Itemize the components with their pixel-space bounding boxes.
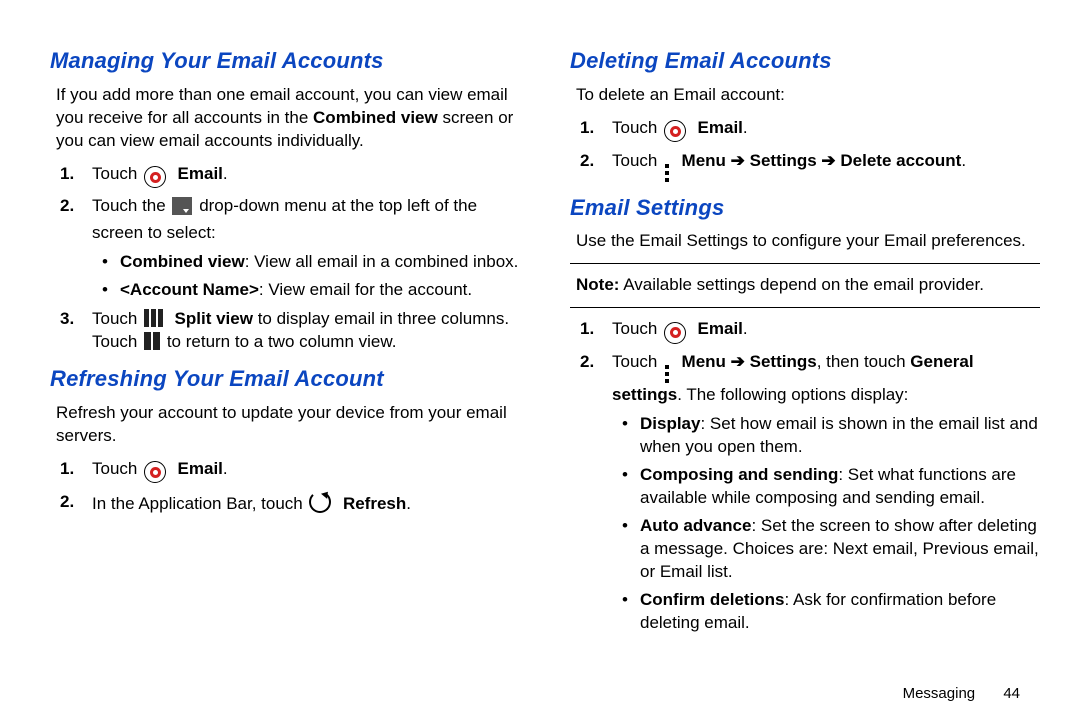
text: : Set how email is shown in the email li… [640, 414, 1038, 456]
step-2: Touch the drop-down menu at the top left… [82, 195, 520, 302]
step-3: Touch Split view to display email in thr… [82, 308, 520, 354]
heading-managing: Managing Your Email Accounts [50, 46, 520, 76]
email-icon [144, 166, 166, 189]
text-bold: Note: [576, 275, 619, 294]
page-number: 44 [1003, 685, 1020, 702]
text-bold: Split view [175, 309, 253, 328]
step-2: In the Application Bar, touch Refresh. [82, 491, 520, 520]
heading-email-settings: Email Settings [570, 193, 1040, 223]
text: In the Application Bar, touch [92, 494, 307, 513]
step-2: Touch Menu ➔ Settings, then touch Genera… [602, 351, 1040, 634]
text: Available settings depend on the email p… [619, 275, 984, 294]
email-icon [664, 322, 686, 345]
text-bold: Refresh [343, 494, 406, 513]
text-bold: Composing and sending [640, 465, 838, 484]
text: Touch the [92, 196, 170, 215]
settings-options: Display: Set how email is shown in the e… [612, 413, 1040, 634]
section-name: Messaging [903, 685, 976, 702]
text: Touch [92, 164, 142, 183]
text-bold: Combined view [313, 108, 438, 127]
text-bold: Email [698, 319, 743, 338]
text: Touch [612, 151, 662, 170]
option-account: <Account Name>: View email for the accou… [110, 279, 520, 302]
refresh-icon [309, 491, 331, 520]
refresh-intro: Refresh your account to update your devi… [50, 402, 520, 448]
text-bold: Email [178, 164, 223, 183]
text: Touch [92, 459, 142, 478]
heading-refreshing: Refreshing Your Email Account [50, 364, 520, 394]
text-bold: Combined view [120, 252, 245, 271]
text-bold: Email [178, 459, 223, 478]
opt-auto-advance: Auto advance: Set the screen to show aft… [630, 515, 1040, 584]
settings-intro: Use the Email Settings to configure your… [570, 230, 1040, 253]
dropdown-icon [172, 197, 192, 222]
divider [570, 263, 1040, 264]
email-icon [144, 461, 166, 484]
option-combined: Combined view: View all email in a combi… [110, 251, 520, 274]
text-bold: Display [640, 414, 700, 433]
text-bold: Confirm deletions [640, 590, 785, 609]
text: . The following options display: [677, 385, 908, 404]
left-column: Managing Your Email Accounts If you add … [50, 40, 520, 660]
step-1: Touch Email. [602, 117, 1040, 144]
refresh-steps: Touch Email. In the Application Bar, tou… [56, 458, 520, 520]
opt-composing: Composing and sending: Set what function… [630, 464, 1040, 510]
delete-steps: Touch Email. Touch Menu ➔ Settings ➔ Del… [576, 117, 1040, 183]
text: Touch [612, 118, 662, 137]
manual-page: Managing Your Email Accounts If you add … [0, 0, 1080, 680]
step-1: Touch Email. [82, 458, 520, 485]
step-1: Touch Email. [82, 163, 520, 190]
opt-display: Display: Set how email is shown in the e… [630, 413, 1040, 459]
email-icon [664, 120, 686, 143]
managing-intro: If you add more than one email account, … [50, 84, 520, 153]
opt-confirm-deletions: Confirm deletions: Ask for confirmation … [630, 589, 1040, 635]
menu-icon [664, 163, 670, 183]
text-bold: Menu ➔ Settings ➔ Delete account [682, 151, 962, 170]
step-2: Touch Menu ➔ Settings ➔ Delete account. [602, 150, 1040, 183]
text: Touch [612, 352, 662, 371]
text: Touch [92, 309, 142, 328]
text: , then touch [817, 352, 911, 371]
text: : View all email in a combined inbox. [245, 252, 519, 271]
text-bold: Email [698, 118, 743, 137]
text-bold: <Account Name> [120, 280, 259, 299]
two-column-icon [144, 332, 160, 350]
text: Touch [612, 319, 662, 338]
step-1: Touch Email. [602, 318, 1040, 345]
heading-deleting: Deleting Email Accounts [570, 46, 1040, 76]
page-footer: Messaging 44 [903, 685, 1020, 702]
text: : View email for the account. [259, 280, 472, 299]
settings-steps: Touch Email. Touch Menu ➔ Settings, then… [576, 318, 1040, 634]
text: to return to a two column view. [167, 332, 397, 351]
managing-steps: Touch Email. Touch the drop-down menu at… [56, 163, 520, 355]
note: Note: Available settings depend on the e… [570, 274, 1040, 297]
menu-icon [664, 364, 670, 384]
divider [570, 307, 1040, 308]
text-bold: Auto advance [640, 516, 751, 535]
right-column: Deleting Email Accounts To delete an Ema… [570, 40, 1040, 660]
three-column-icon [144, 309, 163, 327]
delete-intro: To delete an Email account: [570, 84, 1040, 107]
text-bold: Menu ➔ Settings [682, 352, 817, 371]
step-2-options: Combined view: View all email in a combi… [92, 251, 520, 302]
